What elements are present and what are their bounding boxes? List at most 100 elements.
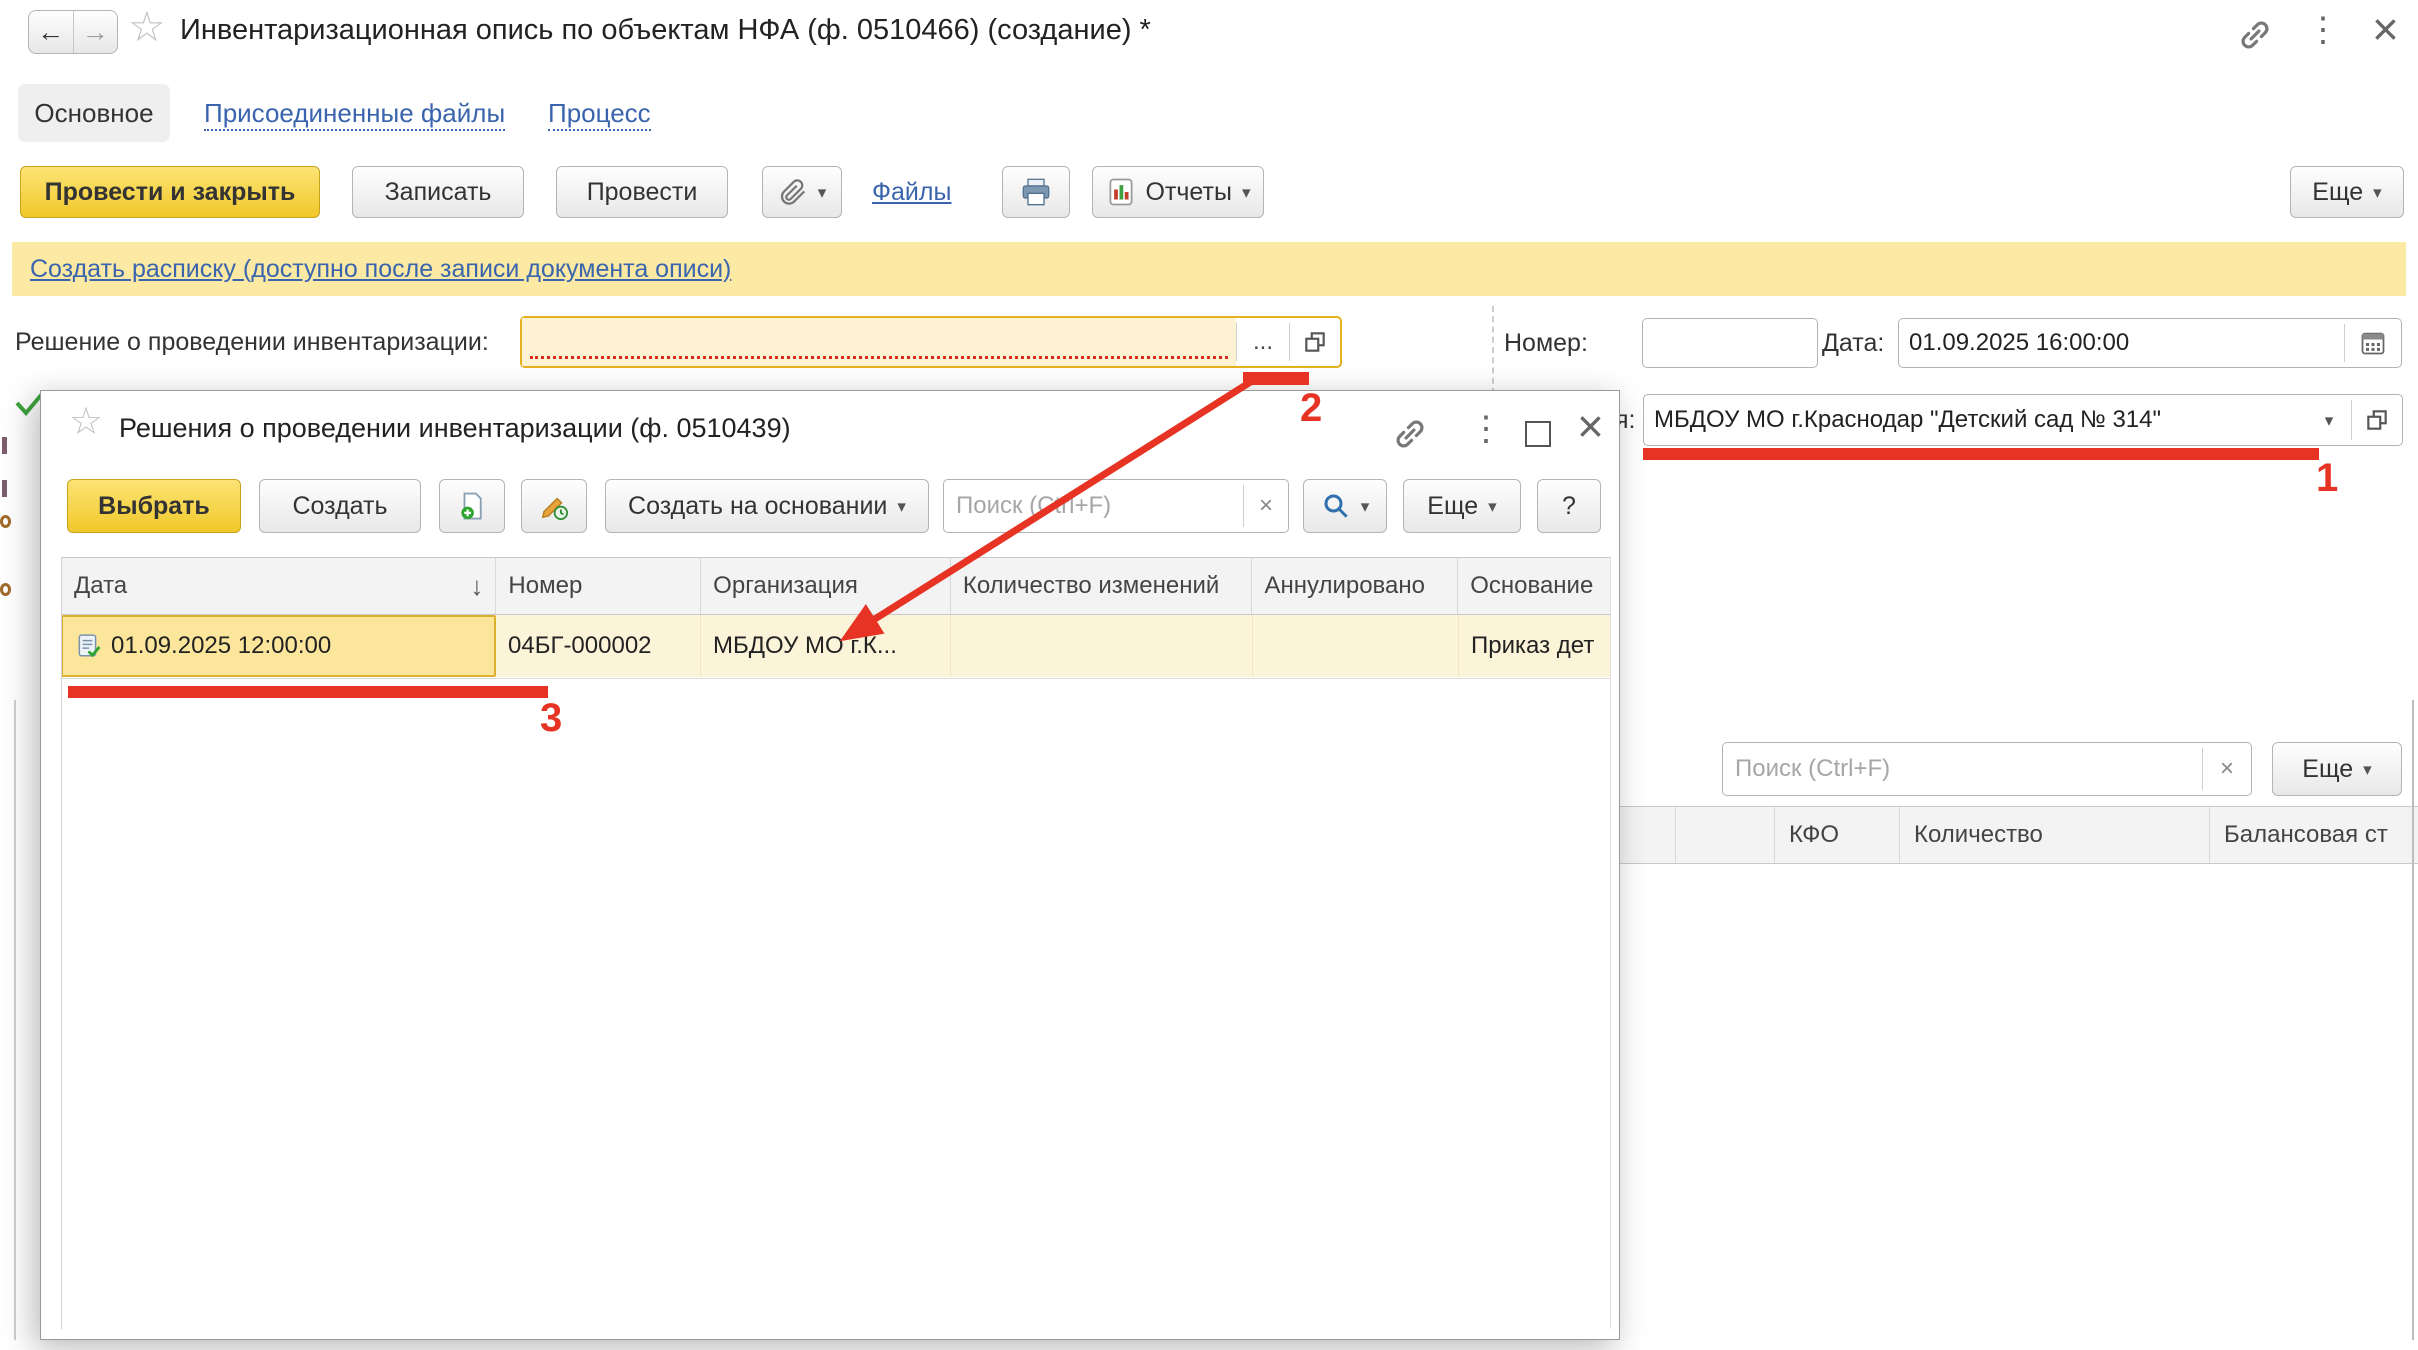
number-field-label: Номер: <box>1504 318 1588 368</box>
search-icon <box>1321 491 1351 521</box>
column-changes[interactable]: Количество изменений <box>951 558 1253 614</box>
create-receipt-link[interactable]: Создать расписку (доступно после записи … <box>30 255 731 284</box>
post-and-close-button[interactable]: Провести и закрыть <box>20 166 320 218</box>
dialog-search-clear-button[interactable]: × <box>1244 480 1288 532</box>
column-organization[interactable]: Организация <box>701 558 951 614</box>
tab-process[interactable]: Процесс <box>548 98 651 131</box>
dialog-favorite-star-icon[interactable]: ☆ <box>69 403 103 441</box>
select-label: Выбрать <box>98 492 210 521</box>
back-arrow-icon: ← <box>37 17 64 48</box>
write-button[interactable]: Записать <box>352 166 524 218</box>
paperclip-icon <box>778 177 808 207</box>
items-search-clear-button[interactable]: × <box>2203 743 2251 795</box>
organization-open-button[interactable] <box>2352 395 2402 445</box>
link-icon[interactable] <box>2236 16 2274 54</box>
search-options-button[interactable]: ▾ <box>1303 479 1387 533</box>
items-column-balance[interactable]: Балансовая ст <box>2210 807 2418 863</box>
annotation-underline-1 <box>1643 448 2319 460</box>
report-chart-icon <box>1106 177 1136 207</box>
column-number[interactable]: Номер <box>496 558 701 614</box>
post-and-close-label: Провести и закрыть <box>45 178 296 207</box>
row-number-cell[interactable]: 04БГ-000002 <box>496 615 701 677</box>
open-in-window-icon <box>2364 407 2390 433</box>
dialog-close-icon[interactable]: × <box>1577 399 1604 453</box>
column-date-label: Дата <box>74 572 127 600</box>
row-date-value: 01.09.2025 12:00:00 <box>111 632 331 660</box>
decision-field-value[interactable] <box>522 318 1236 366</box>
column-date[interactable]: Дата ↓ <box>62 558 496 614</box>
tab-main-label: Основное <box>34 98 153 129</box>
row-separator <box>61 678 1611 679</box>
back-button[interactable]: ← <box>29 11 73 53</box>
decision-field-label: Решение о проведении инвентаризации: <box>15 316 489 368</box>
dialog-link-icon[interactable] <box>1391 415 1429 453</box>
column-annulled[interactable]: Аннулировано <box>1252 558 1458 614</box>
items-search-field[interactable]: × <box>1722 742 2252 796</box>
row-basis-cell[interactable]: Приказ дет <box>1459 615 1611 677</box>
dialog-table-header: Дата ↓ Номер Организация Количество изме… <box>61 557 1611 615</box>
print-button[interactable] <box>1002 166 1070 218</box>
clipped-text-fragment <box>2 437 7 454</box>
tab-attached-files[interactable]: Присоединенные файлы <box>204 98 505 131</box>
attachments-button[interactable]: ▾ <box>762 166 842 218</box>
edit-pencil-icon <box>539 491 569 521</box>
row-organization-cell[interactable]: МБДОУ МО г.К... <box>701 615 951 677</box>
files-link[interactable]: Файлы <box>872 178 951 207</box>
items-column-icon <box>1676 807 1775 863</box>
forward-button[interactable]: → <box>73 11 118 53</box>
decision-ellipsis-button[interactable]: ... <box>1237 318 1289 366</box>
chevron-down-icon: ▾ <box>1361 498 1370 515</box>
reports-button[interactable]: Отчеты ▾ <box>1092 166 1264 218</box>
clipped-text-fragment <box>0 515 11 528</box>
chevron-down-icon: ▾ <box>2363 761 2372 778</box>
help-button[interactable]: ? <box>1537 479 1601 533</box>
clipped-text-fragment <box>0 583 11 596</box>
date-calendar-button[interactable] <box>2345 319 2401 367</box>
post-button[interactable]: Провести <box>556 166 728 218</box>
page-title: Инвентаризационная опись по объектам НФА… <box>180 14 1151 47</box>
close-icon[interactable]: × <box>2372 2 2399 56</box>
date-field[interactable]: 01.09.2025 16:00:00 <box>1898 318 2402 368</box>
create-based-on-label: Создать на основании <box>628 492 887 521</box>
organization-field[interactable]: МБДОУ МО г.Краснодар "Детский сад № 314"… <box>1643 394 2403 446</box>
table-left-border <box>61 557 62 1329</box>
decision-open-button[interactable] <box>1290 318 1340 366</box>
dialog-more-button[interactable]: Еще ▾ <box>1403 479 1521 533</box>
edit-button[interactable] <box>521 479 587 533</box>
number-field[interactable] <box>1642 318 1818 368</box>
form-more-button[interactable]: Еще ▾ <box>2290 166 2404 218</box>
favorite-star-icon[interactable]: ☆ <box>128 6 166 48</box>
dialog-kebab-menu-icon[interactable]: ⋮ <box>1469 409 1503 449</box>
table-row[interactable]: 01.09.2025 12:00:00 04БГ-000002 МБДОУ МО… <box>61 615 1611 677</box>
create-copy-button[interactable] <box>439 479 505 533</box>
items-search-input[interactable] <box>1723 743 2202 795</box>
dialog-maximize-icon[interactable] <box>1525 421 1551 447</box>
items-column-kfo[interactable]: КФО <box>1775 807 1900 863</box>
column-basis[interactable]: Основание <box>1458 558 1610 614</box>
items-more-button[interactable]: Еще ▾ <box>2272 742 2402 796</box>
decision-field[interactable]: ... <box>520 316 1342 368</box>
dialog-search-input[interactable] <box>944 480 1243 532</box>
items-column-quantity[interactable]: Количество <box>1900 807 2210 863</box>
dialog-search-field[interactable]: × <box>943 479 1289 533</box>
organization-field-value: МБДОУ МО г.Краснодар "Детский сад № 314" <box>1644 395 2307 445</box>
kebab-menu-icon[interactable]: ⋮ <box>2306 10 2340 50</box>
annotation-step-1: 1 <box>2316 458 2338 498</box>
row-changes-cell[interactable] <box>951 615 1253 677</box>
select-button[interactable]: Выбрать <box>67 479 241 533</box>
create-label: Создать <box>292 492 387 521</box>
chevron-down-icon: ▾ <box>1488 498 1497 515</box>
organization-dropdown-button[interactable]: ▾ <box>2307 395 2351 445</box>
row-date-cell[interactable]: 01.09.2025 12:00:00 <box>61 615 496 677</box>
row-annulled-cell[interactable] <box>1253 615 1459 677</box>
items-more-label: Еще <box>2302 755 2353 784</box>
new-document-icon <box>457 491 487 521</box>
required-marker <box>530 356 1228 359</box>
open-in-window-icon <box>1302 329 1328 355</box>
dialog-more-label: Еще <box>1427 492 1478 521</box>
sort-descending-icon: ↓ <box>470 571 483 602</box>
tab-main[interactable]: Основное <box>18 84 170 142</box>
create-button[interactable]: Создать <box>259 479 421 533</box>
create-based-on-button[interactable]: Создать на основании ▾ <box>605 479 929 533</box>
clipped-text-fragment <box>2 480 7 497</box>
